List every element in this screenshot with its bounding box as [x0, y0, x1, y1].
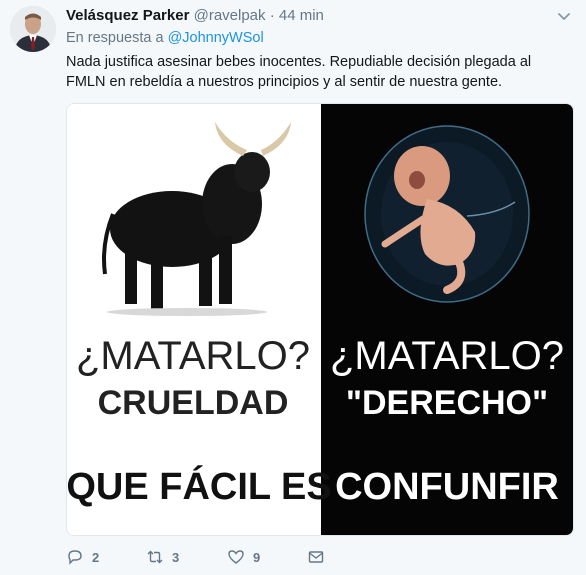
- tweet: Velásquez Parker @ravelpak · 44 min En r…: [0, 0, 586, 575]
- bottom-right-text: CONFUNFIR: [335, 466, 559, 508]
- reply-icon: [68, 550, 82, 565]
- direct-message-icon: [308, 551, 324, 563]
- retweet-button[interactable]: 3: [146, 546, 179, 568]
- chevron-down-icon[interactable]: [556, 8, 572, 24]
- tweet-timestamp[interactable]: 44 min: [279, 7, 324, 24]
- reply-to-link[interactable]: @JohnnyWSol: [168, 30, 264, 46]
- avatar[interactable]: [10, 6, 56, 52]
- reply-count: 2: [92, 549, 100, 565]
- tweet-text: Nada justifica asesinar bebes inocentes.…: [66, 54, 532, 90]
- author-name[interactable]: Velásquez Parker: [66, 7, 189, 24]
- right-word-text: "DERECHO": [346, 384, 548, 422]
- reply-button[interactable]: 2: [66, 546, 99, 568]
- avatar-image: [10, 6, 56, 52]
- left-word-text: CRUELDAD: [98, 384, 289, 422]
- bottom-left-text: QUE FÁCIL ES: [67, 464, 332, 508]
- meme-image: ¿MATARLO? CRUELDAD ¿MATARLO? "DERECHO" Q…: [67, 104, 573, 535]
- right-question-text: ¿MATARLO?: [330, 334, 564, 378]
- retweet-icon: [147, 550, 163, 564]
- like-button[interactable]: 9: [227, 546, 260, 568]
- reply-context: En respuesta a @JohnnyWSol: [66, 29, 264, 47]
- author-handle[interactable]: @ravelpak: [194, 7, 266, 24]
- direct-message-button[interactable]: [307, 546, 325, 568]
- tweet-media[interactable]: ¿MATARLO? CRUELDAD ¿MATARLO? "DERECHO" Q…: [66, 103, 574, 536]
- like-icon: [228, 550, 244, 564]
- fetus-illustration: [364, 125, 530, 303]
- separator-dot: ·: [269, 7, 275, 24]
- reply-prefix: En respuesta a: [66, 30, 164, 46]
- left-question-text: ¿MATARLO?: [76, 334, 310, 378]
- retweet-count: 3: [172, 549, 180, 565]
- like-count: 9: [253, 549, 261, 565]
- tweet-header: Velásquez Parker @ravelpak · 44 min: [66, 6, 574, 26]
